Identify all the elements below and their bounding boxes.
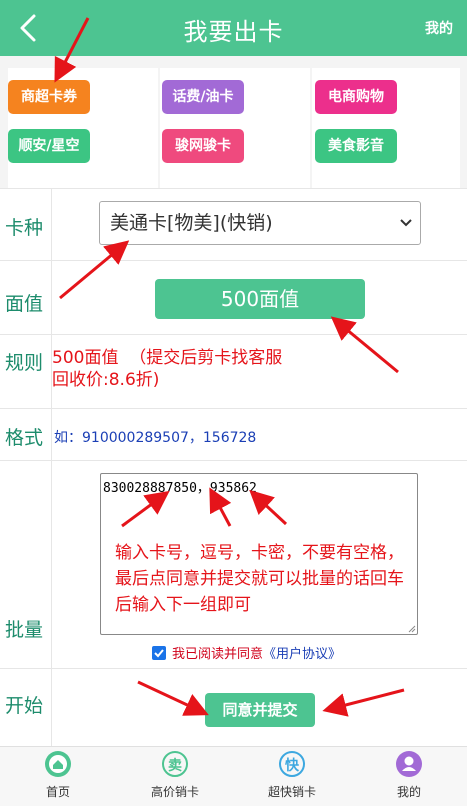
card-type-select[interactable]: 美通卡[物美](快销) <box>99 201 421 245</box>
sell-icon-glyph: 卖 <box>168 758 182 774</box>
agreement-line: 我已阅读并同意 《用户协议》 <box>152 643 341 662</box>
page-title: 我要出卡 <box>183 18 284 46</box>
start-label: 开始 <box>5 695 44 717</box>
nav-label-mine: 我的 <box>396 785 421 799</box>
batch-hint-annotation: 输入卡号，逗号，卡密，不要有空格，最后点同意并提交就可以批量的话回车后输入下一组… <box>115 543 404 615</box>
rule-row: 规则 500面值 （提交后剪卡找客服 回收价:8.6折) <box>0 334 467 408</box>
batch-input[interactable]: 830028887850，935862 输入卡号，逗号，卡密，不要有空格，最后点… <box>100 473 418 635</box>
card-type-label-cell: 卡种 <box>0 189 52 260</box>
nav-item-mine[interactable]: 我的 <box>351 751 467 800</box>
nav-label-high-price: 高价销卡 <box>150 785 199 799</box>
batch-row: 批量 830028887850，935862 输入卡号，逗号，卡密，不要有空格，… <box>0 460 467 668</box>
category-panel: 商超卡券 话费/油卡 电商购物 顺安/星空 骏网骏卡 美食影音 <box>0 56 467 188</box>
nav-item-home[interactable]: 首页 <box>0 751 116 800</box>
card-type-label: 卡种 <box>5 217 44 239</box>
user-agreement-link[interactable]: 《用户协议》 <box>263 643 341 662</box>
format-label-cell: 格式 <box>0 409 52 460</box>
nav-label-home: 首页 <box>45 785 70 799</box>
format-example: 如：910000289507，156728 <box>54 430 257 446</box>
fast-icon: 快 <box>279 751 305 777</box>
rule-text: 500面值 （提交后剪卡找客服 回收价:8.6折) <box>52 348 283 390</box>
header-bar: 我要出卡 我的 <box>0 0 467 56</box>
mine-link[interactable]: 我的 <box>425 18 453 38</box>
nav-item-fast[interactable]: 快 超快销卡 <box>234 751 350 800</box>
face-value-row: 面值 500面值 <box>0 260 467 334</box>
submit-button[interactable]: 同意并提交 <box>205 693 315 727</box>
agree-checkbox[interactable] <box>152 645 166 660</box>
format-row: 格式 如：910000289507，156728 <box>0 408 467 460</box>
batch-label: 批量 <box>5 619 44 641</box>
category-button-junwang[interactable]: 骏网骏卡 <box>162 129 244 163</box>
home-icon <box>45 751 71 777</box>
nav-item-high-price[interactable]: 卖 高价销卡 <box>117 751 233 800</box>
rule-label-cell: 规则 <box>0 335 52 408</box>
category-button-meishi[interactable]: 美食影音 <box>315 129 397 163</box>
resize-handle-icon[interactable] <box>408 625 416 633</box>
face-value-label-cell: 面值 <box>0 261 52 334</box>
face-value-option-button[interactable]: 500面值 <box>155 279 365 319</box>
sell-icon: 卖 <box>162 751 188 777</box>
card-type-value: 美通卡[物美](快销) <box>110 212 273 234</box>
batch-label-cell: 批量 <box>0 461 52 668</box>
category-button-shangchao[interactable]: 商超卡券 <box>8 80 90 114</box>
start-label-cell: 开始 <box>0 669 52 746</box>
user-icon <box>396 751 422 777</box>
check-icon <box>154 648 164 657</box>
start-row: 开始 同意并提交 <box>0 668 467 746</box>
bottom-nav: 首页 卖 高价销卡 快 超快销卡 我的 <box>0 746 467 806</box>
rule-label: 规则 <box>5 352 44 374</box>
fast-icon-glyph: 快 <box>285 758 299 774</box>
card-type-row: 卡种 美通卡[物美](快销) <box>0 188 467 260</box>
agree-text: 我已阅读并同意 <box>172 647 264 662</box>
format-label: 格式 <box>5 427 44 449</box>
category-button-huafei[interactable]: 话费/油卡 <box>162 80 244 114</box>
batch-input-value: 830028887850，935862 <box>103 481 257 496</box>
chevron-down-icon <box>400 219 412 227</box>
face-value-label: 面值 <box>5 293 44 315</box>
category-button-shunan[interactable]: 顺安/星空 <box>8 129 90 163</box>
category-button-dianshang[interactable]: 电商购物 <box>315 80 397 114</box>
nav-label-fast: 超快销卡 <box>267 785 316 799</box>
